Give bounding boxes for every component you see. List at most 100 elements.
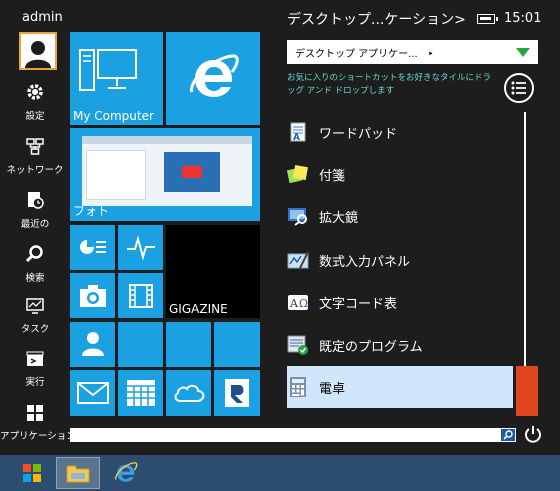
tile-my-computer[interactable]: My Computer bbox=[70, 32, 163, 125]
rail-network[interactable]: ネットワーク bbox=[0, 138, 70, 177]
tile-mail[interactable] bbox=[70, 370, 115, 416]
rail-label: 検索 bbox=[25, 273, 45, 284]
tile-label: GIGAZINE bbox=[169, 302, 228, 316]
default-programs-icon bbox=[287, 334, 309, 356]
folder-icon bbox=[66, 465, 90, 483]
rail-label: 設定 bbox=[25, 111, 45, 122]
clock: 15:01 bbox=[504, 11, 542, 26]
person-icon bbox=[82, 332, 104, 356]
math-input-icon bbox=[287, 249, 309, 271]
dropdown-value: デスクトップ アプリケー... ‣ bbox=[295, 49, 434, 60]
app-item-wordpad[interactable]: A ワードパッド bbox=[287, 112, 513, 152]
list-icon bbox=[511, 81, 526, 95]
tile-blank-1[interactable] bbox=[118, 322, 163, 367]
rail-recent[interactable]: 最近の bbox=[0, 190, 70, 231]
tile-performance[interactable] bbox=[70, 225, 115, 270]
app-label: 付箋 bbox=[319, 168, 346, 184]
app-item-character-map[interactable]: AΩ 文字コード表 bbox=[287, 282, 513, 322]
computer-icon bbox=[79, 49, 137, 91]
app-label: 数式入力パネル bbox=[319, 254, 411, 270]
svg-text:A: A bbox=[293, 133, 300, 142]
app-label: 文字コード表 bbox=[319, 296, 398, 312]
taskbar-internet-explorer[interactable] bbox=[104, 457, 148, 489]
app-item-math-input[interactable]: 数式入力パネル bbox=[287, 240, 513, 280]
tile-label: My Computer bbox=[73, 109, 154, 123]
app-item-calculator[interactable]: 電卓 bbox=[287, 366, 513, 408]
svg-text:A: A bbox=[289, 297, 299, 310]
ie-icon bbox=[190, 54, 239, 97]
film-icon bbox=[129, 284, 153, 308]
app-label: 電卓 bbox=[319, 381, 346, 397]
rail-settings[interactable]: 設定 bbox=[0, 82, 70, 123]
task-icon bbox=[26, 298, 44, 314]
mail-icon bbox=[77, 382, 109, 404]
panel-title[interactable]: デスクトップ...ケーション> bbox=[287, 9, 466, 29]
reader-icon bbox=[225, 379, 249, 407]
search-icon[interactable] bbox=[501, 429, 515, 441]
network-icon bbox=[26, 138, 44, 155]
search-input[interactable] bbox=[70, 428, 516, 442]
tile-gigazine[interactable]: GIGAZINE bbox=[166, 225, 260, 318]
rail-label: タスク bbox=[20, 324, 50, 335]
tile-monitor[interactable] bbox=[118, 225, 163, 270]
pulse-icon bbox=[127, 235, 155, 261]
list-view-button[interactable] bbox=[504, 73, 534, 103]
tile-camera[interactable] bbox=[70, 273, 115, 318]
character-map-icon: AΩ bbox=[287, 291, 309, 313]
tile-blank-2[interactable] bbox=[166, 322, 211, 367]
tile-photos[interactable]: フォト bbox=[70, 128, 260, 221]
rail-label: 最近の bbox=[20, 219, 50, 230]
calculator-icon bbox=[287, 376, 309, 398]
hint-text: お気に入りのショートカットをお好きなタイルにドラッグ アンド ドロップします bbox=[287, 73, 492, 96]
app-item-default-programs[interactable]: 既定のプログラム bbox=[287, 325, 513, 365]
app-item-sticky-notes[interactable]: 付箋 bbox=[287, 154, 513, 194]
rail-run[interactable]: 実行 bbox=[0, 350, 70, 389]
user-avatar[interactable] bbox=[19, 32, 57, 70]
taskbar bbox=[0, 455, 560, 491]
start-menu: admin 設定 ネットワーク 最近の 検索 タスク 実行 アプリケーション M… bbox=[0, 0, 560, 455]
user-name[interactable]: admin bbox=[22, 10, 63, 25]
sticky-notes-icon bbox=[287, 163, 309, 185]
rail-label: ネットワーク bbox=[6, 165, 64, 176]
gear-icon bbox=[27, 84, 43, 100]
power-button[interactable] bbox=[524, 425, 542, 443]
start-button[interactable] bbox=[10, 457, 54, 489]
cloud-icon bbox=[174, 384, 205, 402]
rail-label: アプリケーション bbox=[0, 431, 76, 442]
tile-internet-explorer[interactable] bbox=[166, 32, 260, 125]
tile-calendar[interactable] bbox=[118, 370, 163, 416]
app-label: 拡大鏡 bbox=[319, 210, 359, 226]
tile-people[interactable] bbox=[70, 322, 115, 367]
rail-apps[interactable]: アプリケーション bbox=[0, 404, 76, 443]
ie-icon bbox=[115, 462, 138, 482]
tile-reader[interactable] bbox=[214, 370, 260, 416]
search-icon bbox=[25, 245, 43, 263]
app-item-magnifier[interactable]: 拡大鏡 bbox=[287, 196, 513, 236]
scrollbar-track[interactable] bbox=[524, 112, 526, 370]
recent-icon bbox=[28, 192, 44, 209]
rail-label: 実行 bbox=[25, 377, 45, 388]
tile-onedrive[interactable] bbox=[166, 370, 211, 416]
app-label: 既定のプログラム bbox=[319, 339, 423, 355]
run-icon bbox=[26, 351, 44, 366]
calendar-icon bbox=[127, 380, 155, 406]
taskbar-file-explorer[interactable] bbox=[56, 457, 100, 489]
tile-blank-3[interactable] bbox=[214, 322, 260, 367]
gauge-icon bbox=[80, 240, 106, 254]
apps-icon bbox=[27, 405, 43, 421]
battery-icon bbox=[477, 14, 498, 24]
magnifier-icon bbox=[287, 205, 309, 227]
chevron-down-icon bbox=[516, 48, 530, 57]
windows-logo-icon bbox=[23, 464, 41, 482]
svg-text:Ω: Ω bbox=[299, 297, 308, 310]
category-dropdown[interactable]: デスクトップ アプリケー... ‣ bbox=[287, 40, 538, 64]
tile-video[interactable] bbox=[118, 273, 163, 318]
power-icon bbox=[525, 426, 541, 443]
rail-search[interactable]: 検索 bbox=[0, 244, 70, 285]
tile-label: フォト bbox=[73, 204, 110, 218]
photo-preview bbox=[82, 136, 252, 206]
wordpad-icon: A bbox=[287, 121, 309, 143]
rail-task[interactable]: タスク bbox=[0, 297, 70, 336]
person-icon bbox=[25, 41, 51, 68]
scrollbar-thumb[interactable] bbox=[516, 366, 538, 416]
